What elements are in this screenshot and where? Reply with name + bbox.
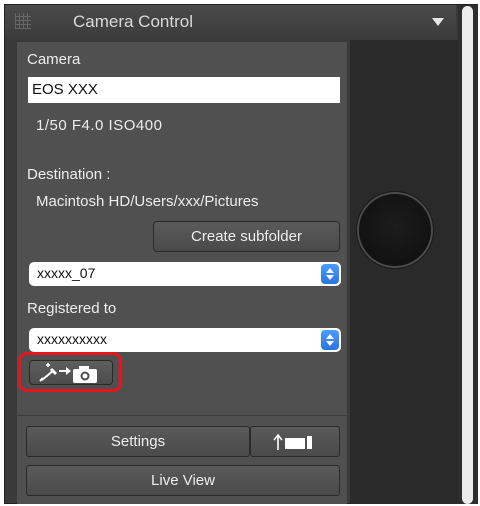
settings-button[interactable]: Settings bbox=[26, 426, 250, 457]
triangle-down-icon[interactable] bbox=[432, 18, 444, 26]
live-view-button[interactable]: Live View bbox=[26, 465, 340, 496]
subfolder-select[interactable]: xxxxx_07 bbox=[29, 262, 341, 286]
scrollbar-thumb[interactable] bbox=[462, 6, 473, 504]
registered-to-select[interactable]: xxxxxxxxxx bbox=[29, 328, 341, 352]
destination-path: Macintosh HD/Users/xxx/Pictures bbox=[36, 193, 259, 210]
registered-to-label: Registered to bbox=[27, 300, 117, 317]
camera-control-window: Camera Control Camera EOS XXX 1/50 F4.0 … bbox=[0, 0, 480, 506]
subfolder-select-value: xxxxx_07 bbox=[37, 265, 96, 281]
grip-icon[interactable] bbox=[15, 13, 31, 29]
camera-label: Camera bbox=[27, 51, 81, 68]
camera-model-field: EOS XXX bbox=[28, 77, 340, 103]
shooting-settings-readout: 1/50 F4.0 ISO400 bbox=[36, 117, 163, 134]
dial-knob[interactable] bbox=[359, 194, 431, 266]
select-stepper-icon[interactable] bbox=[321, 330, 339, 350]
highlight-box bbox=[18, 352, 122, 392]
right-panel bbox=[350, 40, 458, 504]
select-stepper-icon[interactable] bbox=[321, 264, 339, 284]
panel-title: Camera Control bbox=[73, 12, 193, 31]
destination-label: Destination : bbox=[27, 166, 111, 183]
panel-title-bar[interactable]: Camera Control bbox=[5, 5, 456, 38]
upload-to-camera-button[interactable] bbox=[250, 426, 340, 457]
registered-to-select-value: xxxxxxxxxx bbox=[37, 331, 107, 347]
upload-to-camera-icon bbox=[273, 433, 312, 450]
create-subfolder-button[interactable]: Create subfolder bbox=[153, 221, 340, 252]
section-divider bbox=[17, 415, 347, 416]
